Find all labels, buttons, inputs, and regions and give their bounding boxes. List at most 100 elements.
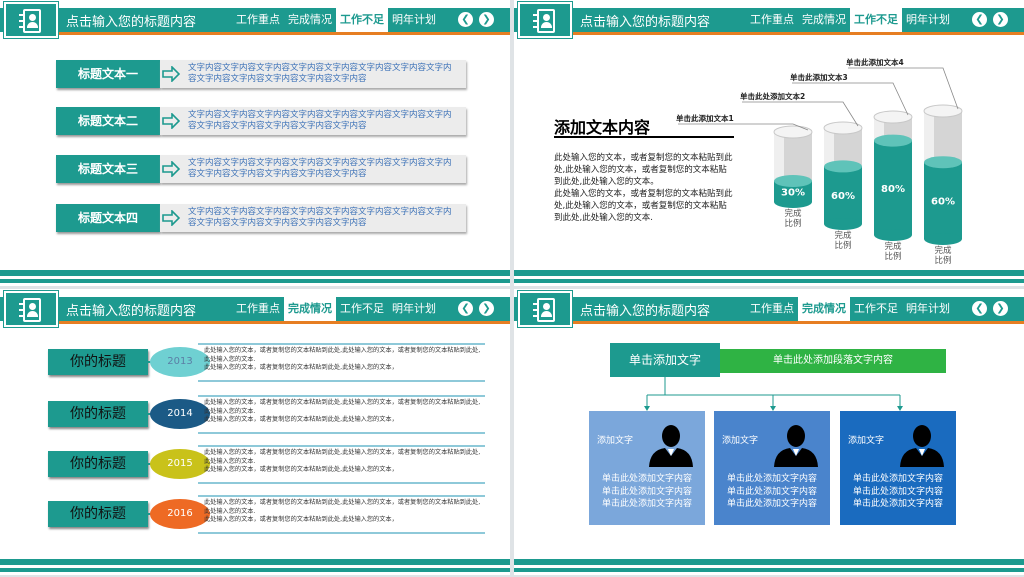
row-label: 标题文本四 — [56, 204, 160, 232]
tab-shortcomings[interactable]: 工作不足 — [850, 8, 902, 32]
cylinder-caption: 比例 — [834, 240, 851, 251]
year-badge: 2015 — [150, 449, 210, 479]
header-accent — [568, 32, 1024, 35]
tab-focus[interactable]: 工作重点 — [232, 8, 284, 32]
slide-title: 点击输入您的标题内容 — [580, 15, 711, 30]
tab-next-year[interactable]: 明年计划 — [388, 8, 440, 32]
row-text: 文字内容文字内容文字内容文字内容文字内容文字内容文字内容文字内容文字内容文字内容… — [188, 63, 452, 84]
org-connectors — [644, 377, 903, 411]
list-item: 标题文本三 文字内容文字内容文字内容文字内容文字内容文字内容文字内容文字内容文字… — [56, 155, 468, 185]
cylinder-caption: 完成 — [834, 230, 852, 241]
list-item: 标题文本二 文字内容文字内容文字内容文字内容文字内容文字内容文字内容文字内容文字… — [56, 107, 468, 137]
slide-1[interactable]: 点击输入您的标题内容 工作重点 完成情况 工作不足 明年计划 ❮ ❯ 标题文本一… — [0, 0, 510, 286]
cylinder-top — [873, 110, 913, 124]
cylinder-caption: 完成 — [784, 208, 802, 219]
org-card: 添加文字 单击此处添加文字内容 单击此处添加文字内容 单击此处添加文字内容 — [714, 411, 830, 525]
chevron-left-icon[interactable]: ❮ — [458, 301, 473, 316]
tab-bar: 工作重点 完成情况 工作不足 明年计划 — [746, 297, 954, 321]
tab-next-year[interactable]: 明年计划 — [902, 8, 954, 32]
tab-bar: 工作重点 完成情况 工作不足 明年计划 — [746, 8, 954, 32]
row-label: 你的标题 — [48, 501, 148, 527]
cylinder-label: 单击此添加文本1 — [676, 113, 734, 123]
org-head: 单击添加文字 — [610, 343, 720, 377]
row-label: 你的标题 — [48, 451, 148, 477]
year-badge: 2014 — [150, 399, 210, 429]
divider — [198, 532, 485, 534]
row-text: 文字内容文字内容文字内容文字内容文字内容文字内容文字内容文字内容文字内容文字内容… — [188, 110, 452, 131]
percent-label: 80% — [881, 184, 905, 195]
tab-shortcomings[interactable]: 工作不足 — [336, 297, 388, 321]
card-body: 单击此处添加文字内容 单击此处添加文字内容 单击此处添加文字内容 — [852, 474, 943, 509]
chevron-left-icon[interactable]: ❮ — [972, 12, 987, 27]
header-accent — [568, 321, 1024, 324]
tab-focus[interactable]: 工作重点 — [746, 297, 798, 321]
tab-focus[interactable]: 工作重点 — [746, 8, 798, 32]
chevron-left-icon[interactable]: ❮ — [458, 12, 473, 27]
footer-bar — [0, 568, 510, 572]
year-badge: 2016 — [150, 499, 210, 529]
chevron-right-icon[interactable]: ❯ — [993, 301, 1008, 316]
slide-title: 点击输入您的标题内容 — [66, 304, 197, 319]
footer-bar — [514, 568, 1024, 572]
tab-completion[interactable]: 完成情况 — [798, 297, 850, 321]
cylinder-fill-top — [874, 134, 912, 147]
cylinder-top — [773, 125, 813, 139]
org-head-desc: 单击此处添加段落文字内容 — [720, 349, 946, 373]
cylinder-fill-top — [924, 156, 962, 169]
card-title: 添加文字 — [848, 436, 885, 446]
tab-completion[interactable]: 完成情况 — [284, 8, 336, 32]
cylinder-label: 单击此添加文本3 — [790, 72, 848, 82]
chevron-right-icon[interactable]: ❯ — [479, 12, 494, 27]
card-title: 添加文字 — [597, 436, 634, 446]
cylinder-caption: 比例 — [934, 255, 951, 265]
footer-bar — [514, 559, 1024, 565]
row-label: 你的标题 — [48, 349, 148, 375]
cylinder-base — [824, 218, 862, 230]
percent-label: 60% — [831, 191, 855, 202]
chevron-right-icon[interactable]: ❯ — [479, 301, 494, 316]
tab-completion[interactable]: 完成情况 — [798, 8, 850, 32]
row-text: 此处输入您的文本，或者复制您的文本粘贴到此处,此处输入您的文本，或者复制您的文本… — [204, 499, 481, 524]
slide-3[interactable]: 点击输入您的标题内容 工作重点 完成情况 工作不足 明年计划 ❮ ❯ 你的标题 … — [0, 289, 510, 575]
chevron-right-icon[interactable]: ❯ — [993, 12, 1008, 27]
divider — [198, 482, 485, 484]
org-card: 添加文字 单击此处添加文字内容 单击此处添加文字内容 单击此处添加文字内容 — [840, 411, 956, 525]
row-text: 文字内容文字内容文字内容文字内容文字内容文字内容文字内容文字内容文字内容文字内容… — [188, 207, 452, 228]
user-card-icon — [4, 2, 58, 38]
cylinder-base — [924, 233, 962, 245]
tab-shortcomings[interactable]: 工作不足 — [850, 297, 902, 321]
person-icon — [774, 425, 818, 467]
tab-completion[interactable]: 完成情况 — [284, 297, 336, 321]
card-body: 单击此处添加文字内容 单击此处添加文字内容 单击此处添加文字内容 — [601, 474, 692, 509]
divider — [198, 395, 485, 397]
cylinder-caption: 比例 — [884, 251, 901, 262]
cylinder-base — [874, 229, 912, 241]
row-text: 此处输入您的文本，或者复制您的文本粘贴到此处,此处输入您的文本，或者复制您的文本… — [204, 347, 481, 372]
slide-4[interactable]: 点击输入您的标题内容 工作重点 完成情况 工作不足 明年计划 ❮ ❯ 单击添加文… — [514, 289, 1024, 575]
leader-line — [792, 82, 909, 116]
slide-2[interactable]: 点击输入您的标题内容 工作重点 完成情况 工作不足 明年计划 ❮ ❯ 添加文本内… — [514, 0, 1024, 286]
content-title: 添加文本内容 — [554, 118, 651, 137]
cylinder-label: 单击此处添加文本2 — [740, 91, 805, 101]
chevron-left-icon[interactable]: ❮ — [972, 301, 987, 316]
slide-grid: 点击输入您的标题内容 工作重点 完成情况 工作不足 明年计划 ❮ ❯ 标题文本一… — [0, 0, 1024, 577]
row-label: 你的标题 — [48, 401, 148, 427]
tab-shortcomings[interactable]: 工作不足 — [336, 8, 388, 32]
row-label: 标题文本二 — [56, 107, 160, 135]
cylinder-caption: 完成 — [884, 241, 902, 252]
divider — [198, 343, 485, 345]
row-label: 标题文本三 — [56, 155, 160, 183]
list-item: 标题文本一 文字内容文字内容文字内容文字内容文字内容文字内容文字内容文字内容文字… — [56, 60, 468, 90]
list-item: 标题文本四 文字内容文字内容文字内容文字内容文字内容文字内容文字内容文字内容文字… — [56, 204, 468, 234]
percent-label: 30% — [781, 188, 805, 199]
tab-focus[interactable]: 工作重点 — [232, 297, 284, 321]
tab-next-year[interactable]: 明年计划 — [902, 297, 954, 321]
row-label: 标题文本一 — [56, 60, 160, 88]
person-icon — [649, 425, 693, 467]
row-text: 此处输入您的文本，或者复制您的文本粘贴到此处,此处输入您的文本，或者复制您的文本… — [204, 449, 481, 474]
arrow-right-icon — [162, 66, 180, 82]
tab-next-year[interactable]: 明年计划 — [388, 297, 440, 321]
percent-label: 60% — [931, 197, 955, 208]
card-body: 单击此处添加文字内容 单击此处添加文字内容 单击此处添加文字内容 — [726, 474, 817, 509]
divider — [198, 495, 485, 497]
